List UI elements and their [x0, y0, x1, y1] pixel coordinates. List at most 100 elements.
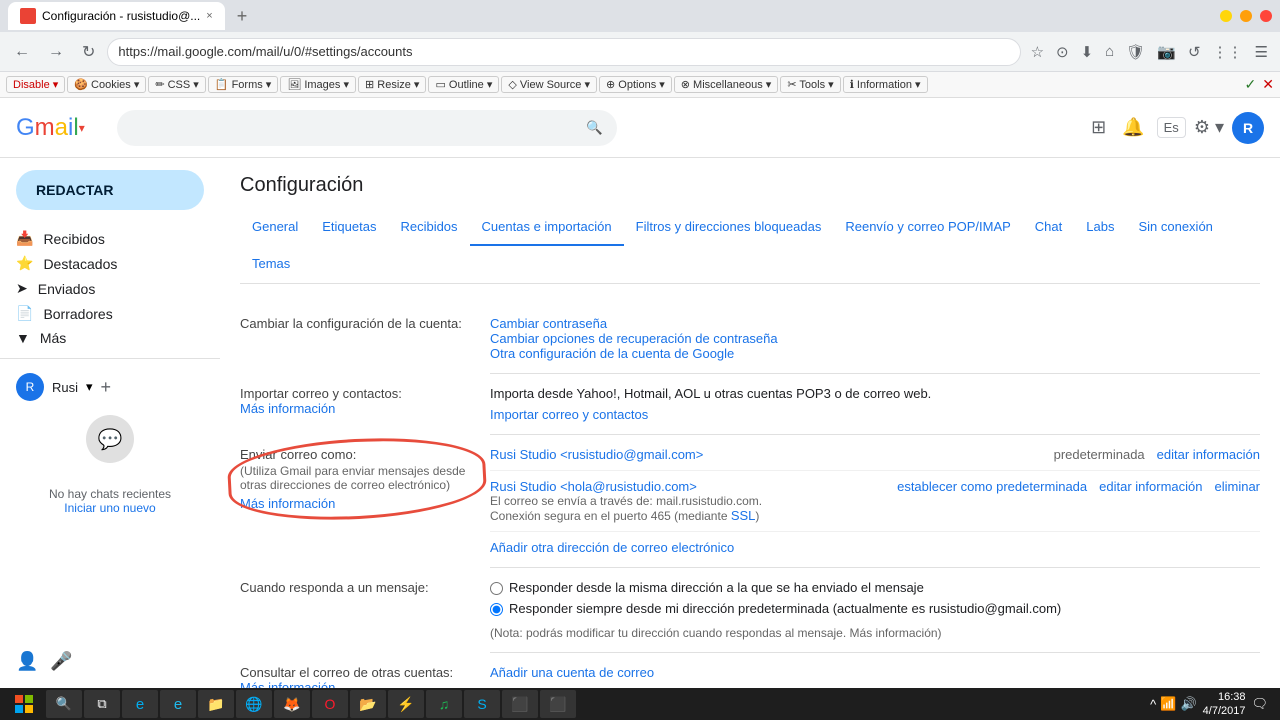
chrome-button[interactable]: 🌐 [236, 690, 272, 718]
settings-gear-button[interactable]: ⚙ ▾ [1194, 117, 1224, 138]
sidebar-item-borradores[interactable]: 📄 Borradores [0, 301, 204, 326]
ie-button[interactable]: e [160, 690, 196, 718]
view-source-button[interactable]: ◇ View Source ▾ [501, 76, 597, 93]
css-button[interactable]: ✏ CSS ▾ [148, 76, 205, 93]
app3-button[interactable]: ⬛ [540, 690, 576, 718]
reader-button[interactable]: ⊙ [1052, 39, 1073, 65]
other-config-link[interactable]: Otra configuración de la cuenta de Googl… [490, 346, 734, 361]
search-bar[interactable]: 🔍 [117, 110, 617, 146]
compose-button[interactable]: REDACTAR [16, 170, 204, 210]
start-chat-link[interactable]: Iniciar uno nuevo [16, 501, 204, 515]
tab-sin-conexion[interactable]: Sin conexión [1126, 209, 1224, 246]
close-window-button[interactable] [1260, 10, 1272, 22]
avatar[interactable]: R [1232, 112, 1264, 144]
import-more-link[interactable]: Más información [240, 401, 335, 416]
apps-grid-button[interactable]: ⊞ [1087, 113, 1110, 142]
tab-filtros[interactable]: Filtros y direcciones bloqueadas [624, 209, 834, 246]
tab-reenvio[interactable]: Reenvío y correo POP/IMAP [833, 209, 1022, 246]
sync-button[interactable]: ↺ [1184, 39, 1205, 65]
apps-button[interactable]: ⋮⋮ [1209, 39, 1247, 65]
notification-icon[interactable]: 🗨 [1251, 696, 1268, 712]
screenshot-button[interactable]: 📷 [1153, 39, 1180, 65]
tools-button[interactable]: ✂ Tools ▾ [780, 76, 840, 93]
search-taskbar-button[interactable]: 🔍 [46, 690, 82, 718]
address-bar[interactable]: https://mail.google.com/mail/u/0/#settin… [107, 38, 1020, 66]
ssl-link[interactable]: SSL [731, 508, 756, 523]
options-button[interactable]: ⊕ Options ▾ [599, 76, 672, 93]
maximize-button[interactable] [1240, 10, 1252, 22]
outline-button[interactable]: ▭ Outline ▾ [428, 76, 499, 93]
reply-radio-1[interactable] [490, 582, 503, 595]
reply-radio-2[interactable] [490, 603, 503, 616]
opera-button[interactable]: O [312, 690, 348, 718]
filezilla-button[interactable]: 📂 [350, 690, 386, 718]
add-mail-account-link[interactable]: Añadir una cuenta de correo [490, 665, 654, 680]
notifications-button[interactable]: 🔔 [1118, 113, 1148, 142]
gmail-logo[interactable]: Gmail ▾ [16, 114, 85, 142]
taskbar-clock[interactable]: 16:38 4/7/2017 [1203, 690, 1246, 719]
back-button[interactable]: ← [8, 39, 36, 65]
import-contacts-link[interactable]: Importar correo y contactos [490, 407, 648, 422]
hangouts-icon[interactable]: 🎤 [50, 651, 72, 672]
add-email-link[interactable]: Añadir otra dirección de correo electrón… [490, 540, 734, 555]
search-input[interactable] [131, 120, 578, 136]
tab-etiquetas[interactable]: Etiquetas [310, 209, 388, 246]
sidebar-item-destacados[interactable]: ⭐ Destacados [0, 251, 204, 276]
email-2-set-default-link[interactable]: establecer como predeterminada [897, 479, 1087, 494]
shield-button[interactable]: 🛡 [1122, 39, 1149, 65]
email-2-edit-link[interactable]: editar información [1099, 479, 1202, 494]
send-as-more-link[interactable]: Más información [240, 496, 335, 511]
forms-button[interactable]: 📋 Forms ▾ [208, 76, 279, 93]
download-button[interactable]: ⬇ [1077, 39, 1098, 65]
add-account-button[interactable]: + [101, 377, 112, 398]
reply-option-1[interactable]: Responder desde la misma dirección a la … [490, 580, 1260, 595]
forward-button[interactable]: → [42, 39, 70, 65]
home-button[interactable]: ⌂ [1101, 39, 1118, 64]
tab-recibidos[interactable]: Recibidos [388, 209, 469, 246]
information-button[interactable]: ℹ Information ▾ [843, 76, 928, 93]
sidebar-item-mas[interactable]: ▼ Más [0, 326, 204, 350]
tab-labs[interactable]: Labs [1074, 209, 1126, 246]
disable-button[interactable]: Disable ▾ [6, 76, 65, 93]
tab-general[interactable]: General [240, 209, 310, 246]
sidebar-item-recibidos[interactable]: 📥 Recibidos [0, 226, 204, 251]
resize-button[interactable]: ⊞ Resize ▾ [358, 76, 426, 93]
language-selector[interactable]: Es [1157, 117, 1186, 138]
tab-chat[interactable]: Chat [1023, 209, 1074, 246]
reload-button[interactable]: ↻ [76, 38, 101, 66]
images-button[interactable]: 🖼 Images ▾ [280, 76, 356, 93]
contacts-icon[interactable]: 👤 [16, 651, 38, 672]
files-button[interactable]: 📁 [198, 690, 234, 718]
up-arrow-icon[interactable]: ^ [1150, 697, 1156, 712]
app2-button[interactable]: ⬛ [502, 690, 538, 718]
bookmark-button[interactable]: ☆ [1027, 39, 1048, 65]
change-recovery-link[interactable]: Cambiar opciones de recuperación de cont… [490, 331, 778, 346]
firefox-button[interactable]: 🦊 [274, 690, 310, 718]
start-button[interactable] [4, 690, 44, 718]
email-1-info: Rusi Studio <rusistudio@gmail.com> [490, 447, 1046, 462]
minimize-button[interactable] [1220, 10, 1232, 22]
sidebar-account[interactable]: R Rusi ▾ + [0, 367, 220, 407]
gmail-dropdown-icon[interactable]: ▾ [79, 121, 85, 135]
sidebar-item-enviados[interactable]: ➤ Enviados [0, 276, 204, 301]
task-view-button[interactable]: ⧉ [84, 690, 120, 718]
edge-button[interactable]: e [122, 690, 158, 718]
phpstorm-button[interactable]: ⚡ [388, 690, 424, 718]
menu-button[interactable]: ☰ [1251, 39, 1272, 65]
email-2-delete-link[interactable]: eliminar [1214, 479, 1260, 494]
tab-close-button[interactable]: × [206, 10, 212, 22]
network-icon[interactable]: 📶 [1160, 696, 1176, 712]
skype-button[interactable]: S [464, 690, 500, 718]
browser-tab[interactable]: Configuración - rusistudio@... × [8, 2, 225, 30]
tab-temas[interactable]: Temas [240, 246, 302, 283]
search-button[interactable]: 🔍 [586, 120, 603, 136]
misc-button[interactable]: ⊗ Miscellaneous ▾ [674, 76, 779, 93]
spotify-button[interactable]: ♫ [426, 690, 462, 718]
cookies-button[interactable]: 🍪 Cookies ▾ [67, 76, 146, 93]
reply-option-2[interactable]: Responder siempre desde mi dirección pre… [490, 601, 1260, 616]
new-tab-button[interactable]: + [233, 6, 252, 27]
volume-icon[interactable]: 🔊 [1180, 696, 1196, 712]
email-1-edit-link[interactable]: editar información [1157, 447, 1260, 462]
tab-cuentas[interactable]: Cuentas e importación [470, 209, 624, 246]
change-password-link[interactable]: Cambiar contraseña [490, 316, 607, 331]
